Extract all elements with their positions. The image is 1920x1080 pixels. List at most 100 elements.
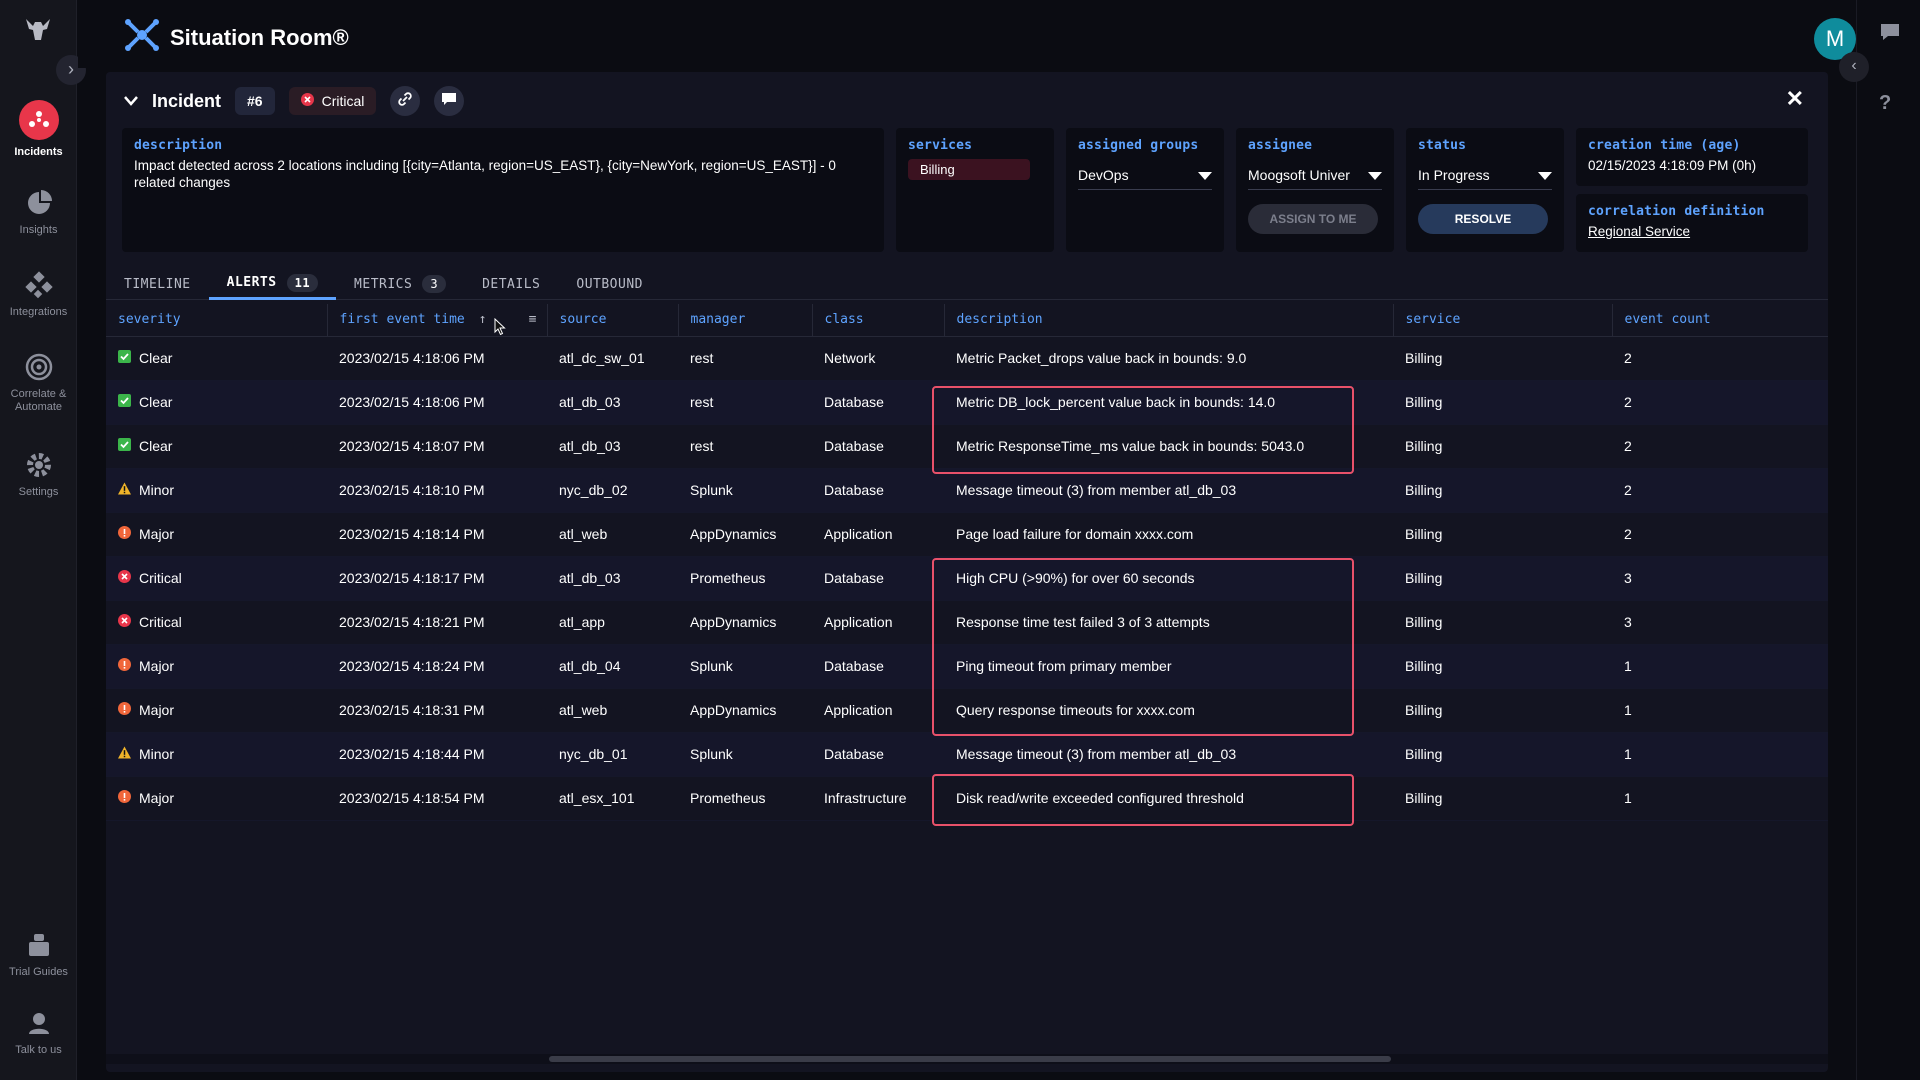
scrollbar-thumb[interactable] (549, 1056, 1391, 1062)
column-header-severity[interactable]: severity (106, 304, 328, 337)
table-row[interactable]: Critical 2023/02/15 4:18:17 PM atl_db_03 Pr… (106, 556, 1828, 601)
minor-icon (118, 482, 131, 498)
collapse-panel-button[interactable]: ‹ (1839, 52, 1869, 82)
correlation-link[interactable]: Regional Service (1588, 224, 1690, 239)
column-menu-icon[interactable]: ≡ (529, 312, 537, 327)
creation-time-card: creation time (age) 02/15/2023 4:18:09 P… (1576, 128, 1808, 186)
table-row[interactable]: Minor 2023/02/15 4:18:44 PM nyc_db_01 Splun… (106, 732, 1828, 777)
cell-class: Application (812, 600, 944, 645)
tab-label: ALERTS (226, 275, 277, 290)
correlation-card: correlation definition Regional Service (1576, 194, 1808, 252)
tab-outbound[interactable]: OUTBOUND (558, 268, 661, 300)
guides-icon (24, 930, 54, 960)
column-header-first-event-time[interactable]: first event time ↑ ≡ (327, 304, 548, 337)
column-header-event-count[interactable]: event count (1612, 304, 1828, 337)
help-icon[interactable]: ? (1879, 92, 1891, 115)
cell-source: atl_db_03 (547, 556, 678, 601)
cell-class: Application (812, 512, 944, 557)
description-card: description Impact detected across 2 loc… (122, 128, 884, 252)
tab-alerts[interactable]: ALERTS 11 (208, 268, 337, 300)
nav-label: Insights (19, 224, 58, 236)
tab-timeline[interactable]: TIMELINE (106, 268, 209, 300)
cell-manager: Prometheus (678, 556, 812, 601)
tab-details[interactable]: DETAILS (464, 268, 558, 300)
right-rail: ‹ ? (1839, 0, 1920, 1080)
cell-source: atl_esx_101 (547, 776, 678, 821)
table-row[interactable]: Clear 2023/02/15 4:18:06 PM atl_db_03 rest D… (106, 380, 1828, 425)
cell-class: Application (812, 688, 944, 733)
nav-label: Trial Guides (9, 966, 68, 978)
cell-manager: Splunk (678, 644, 812, 689)
cell-first-event-time: 2023/02/15 4:18:06 PM (327, 336, 547, 381)
cell-severity: Minor (106, 468, 327, 513)
link-button[interactable] (390, 86, 421, 116)
table-row[interactable]: Clear 2023/02/15 4:18:06 PM atl_dc_sw_01 re… (106, 336, 1828, 381)
assign-to-me-button[interactable]: ASSIGN TO ME (1248, 204, 1378, 234)
table-row[interactable]: Minor 2023/02/15 4:18:10 PM nyc_db_02 Splun… (106, 468, 1828, 513)
major-icon (118, 658, 131, 674)
cell-severity: Clear (106, 424, 327, 469)
nav-item-correlate[interactable]: Correlate & Automate (0, 352, 77, 414)
app-title: Situation Room® (170, 24, 349, 50)
column-header-class[interactable]: class (812, 304, 945, 337)
chat-icon[interactable] (1879, 22, 1901, 47)
cell-first-event-time: 2023/02/15 4:18:21 PM (327, 600, 547, 645)
assignee-value: Moogsoft Univer (1248, 167, 1350, 183)
left-nav-rail: Incidents Insights Integrations Correlat… (0, 0, 77, 1080)
chevron-right-icon: › (68, 59, 74, 79)
cell-description: Metric DB_lock_percent value back in bou… (944, 380, 1393, 425)
table-row[interactable]: Clear 2023/02/15 4:18:07 PM atl_db_03 rest D… (106, 424, 1828, 469)
service-tag[interactable]: Billing (908, 159, 1030, 180)
comment-button[interactable] (434, 86, 465, 116)
cell-event-count: 2 (1612, 468, 1828, 513)
table-row[interactable]: Major 2023/02/15 4:18:31 PM atl_web AppDyna… (106, 688, 1828, 733)
cell-class: Database (812, 424, 944, 469)
cell-source: atl_db_03 (547, 424, 678, 469)
chevron-down-icon[interactable] (124, 93, 138, 109)
table-row[interactable]: Major 2023/02/15 4:18:54 PM atl_esx_101 Pro… (106, 776, 1828, 821)
column-header-service[interactable]: service (1393, 304, 1613, 337)
nav-item-insights[interactable]: Insights (0, 188, 77, 236)
moogsoft-logo[interactable] (22, 16, 54, 46)
top-bar: Situation Room® M (78, 0, 1856, 68)
column-header-manager[interactable]: manager (678, 304, 813, 337)
cell-first-event-time: 2023/02/15 4:18:44 PM (327, 732, 547, 777)
cell-event-count: 2 (1612, 380, 1828, 425)
nav-item-trial-guides[interactable]: Trial Guides (0, 930, 77, 978)
cell-manager: Prometheus (678, 776, 812, 821)
nav-item-integrations[interactable]: Integrations (0, 270, 77, 318)
status-dropdown[interactable]: In Progress (1418, 161, 1552, 190)
nav-item-incidents[interactable]: Incidents (0, 100, 77, 158)
cell-service: Billing (1393, 688, 1612, 733)
sort-ascending-icon[interactable]: ↑ (479, 312, 487, 327)
assignee-card: assignee Moogsoft Univer ASSIGN TO ME (1236, 128, 1394, 252)
group-dropdown[interactable]: DevOps (1078, 161, 1212, 190)
cell-event-count: 1 (1612, 688, 1828, 733)
column-header-description[interactable]: description (944, 304, 1394, 337)
column-header-source[interactable]: source (547, 304, 679, 337)
cell-source: atl_web (547, 688, 678, 733)
cell-service: Billing (1393, 732, 1612, 777)
table-row[interactable]: Major 2023/02/15 4:18:14 PM atl_web AppDyna… (106, 512, 1828, 557)
severity-text: Major (139, 526, 175, 542)
cell-source: nyc_db_02 (547, 468, 678, 513)
severity-text: Clear (139, 438, 173, 454)
nav-item-talk-to-us[interactable]: Talk to us (0, 1008, 77, 1056)
close-icon[interactable]: ✕ (1786, 86, 1804, 112)
tab-metrics[interactable]: METRICS 3 (336, 268, 464, 300)
situation-room-icon (124, 18, 160, 57)
cell-service: Billing (1393, 424, 1612, 469)
integrations-icon (24, 270, 54, 300)
table-row[interactable]: Critical 2023/02/15 4:18:21 PM atl_app AppD… (106, 600, 1828, 645)
incident-panel: Incident #6 Critical ✕ description Impac… (106, 72, 1828, 1072)
nav-item-settings[interactable]: Settings (0, 450, 77, 498)
resolve-button[interactable]: RESOLVE (1418, 204, 1548, 234)
horizontal-scrollbar[interactable] (106, 1054, 1828, 1064)
assignee-dropdown[interactable]: Moogsoft Univer (1248, 161, 1382, 190)
cell-severity: Clear (106, 380, 327, 425)
cell-event-count: 2 (1612, 512, 1828, 557)
cell-class: Database (812, 644, 944, 689)
cell-severity: Major (106, 776, 327, 821)
severity-text: Critical (139, 570, 182, 586)
table-row[interactable]: Major 2023/02/15 4:18:24 PM atl_db_04 Splun… (106, 644, 1828, 689)
